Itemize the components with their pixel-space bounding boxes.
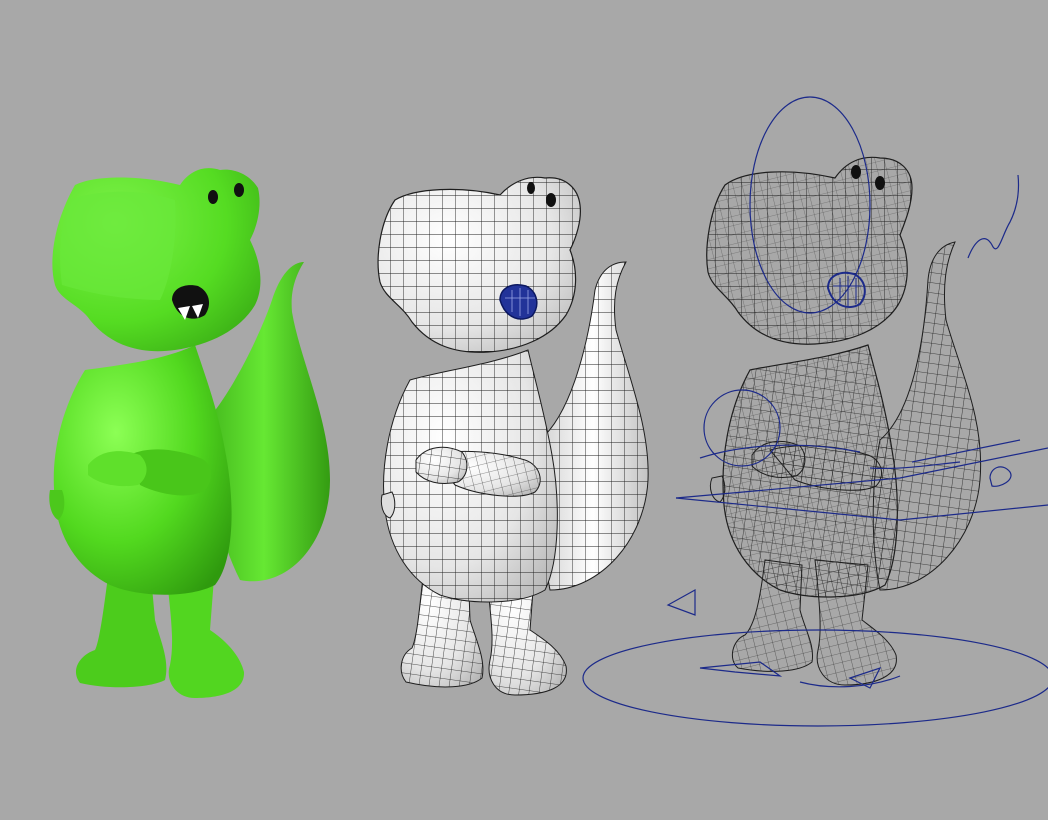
rigged-wireframe-dinosaur xyxy=(582,96,1048,727)
viewport-canvas xyxy=(0,0,1048,820)
wireframe-on-shaded-dinosaur xyxy=(377,176,649,696)
shaded-dinosaur xyxy=(49,168,330,698)
scene-svg xyxy=(49,96,1048,727)
